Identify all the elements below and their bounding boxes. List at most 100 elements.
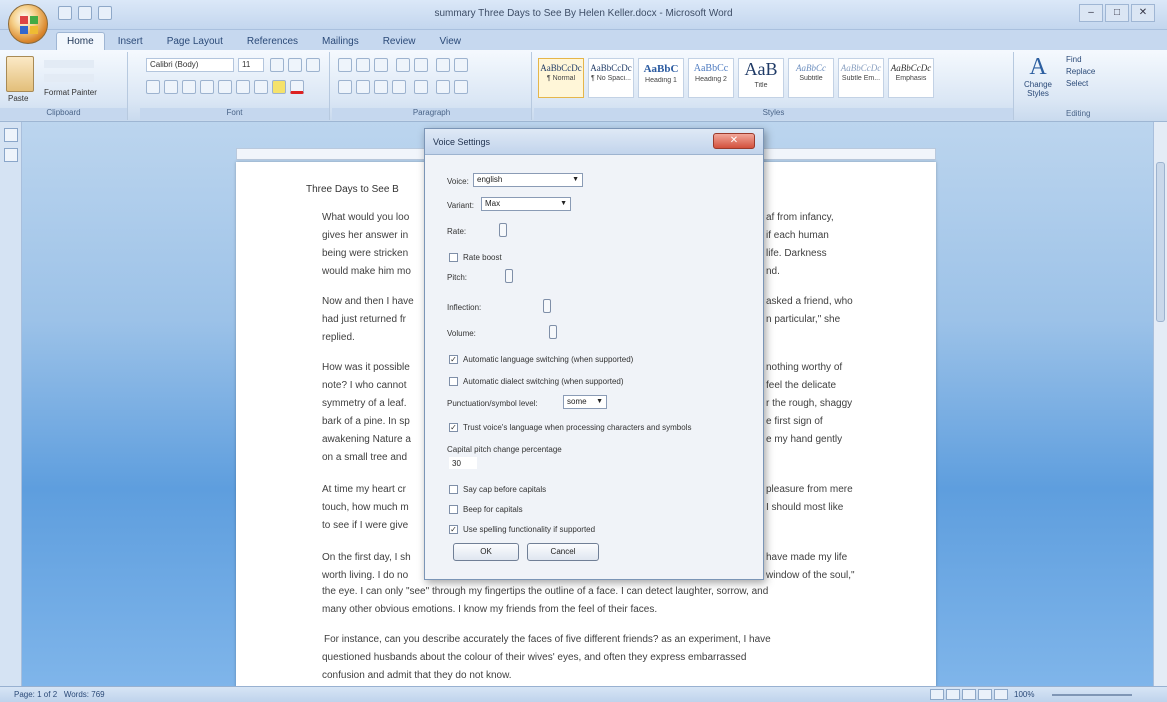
- subscript-icon[interactable]: [218, 80, 232, 94]
- web-layout-view-icon[interactable]: [962, 689, 976, 700]
- document-line-left: bark of a pine. In sp: [322, 416, 410, 427]
- chevron-down-icon: ▼: [572, 176, 579, 183]
- increase-indent-icon[interactable]: [414, 58, 428, 72]
- underline-icon[interactable]: [182, 80, 196, 94]
- page-count[interactable]: Page: 1 of 2 Words: 769: [14, 690, 105, 699]
- dialog-titlebar[interactable]: Voice Settings ✕: [425, 129, 763, 155]
- copy-button[interactable]: [44, 74, 94, 82]
- tab-references[interactable]: References: [236, 32, 309, 50]
- line-spacing-icon[interactable]: [414, 80, 428, 94]
- bold-icon[interactable]: [146, 80, 160, 94]
- ok-button[interactable]: OK: [453, 543, 519, 561]
- replace-button[interactable]: Replace: [1066, 66, 1126, 78]
- numbering-icon[interactable]: [356, 58, 370, 72]
- borders-icon[interactable]: [454, 80, 468, 94]
- document-line-left: Now and then I have: [322, 296, 414, 307]
- change-styles-button[interactable]: A Change Styles: [1020, 54, 1056, 102]
- bullets-icon[interactable]: [338, 58, 352, 72]
- tab-view[interactable]: View: [429, 32, 473, 50]
- beep-cap-checkbox[interactable]: [449, 505, 458, 514]
- paste-label[interactable]: Paste: [8, 94, 28, 103]
- tab-review[interactable]: Review: [372, 32, 427, 50]
- style-title[interactable]: AaB Title: [738, 58, 784, 98]
- zoom-slider[interactable]: [1052, 694, 1132, 696]
- style-no-spacing[interactable]: AaBbCcDc ¶ No Spaci...: [588, 58, 634, 98]
- document-line-left: awakening Nature a: [322, 434, 411, 445]
- pitch-slider[interactable]: [505, 269, 513, 283]
- voice-select[interactable]: english ▼: [473, 173, 583, 187]
- italic-icon[interactable]: [164, 80, 178, 94]
- document-line-right: nothing worthy of: [766, 362, 843, 373]
- rate-slider[interactable]: [499, 223, 507, 237]
- print-layout-view-icon[interactable]: [930, 689, 944, 700]
- tab-insert[interactable]: Insert: [107, 32, 154, 50]
- office-button[interactable]: [8, 4, 48, 44]
- style-heading-1[interactable]: AaBbC Heading 1: [638, 58, 684, 98]
- capital-pitch-input[interactable]: [449, 457, 477, 469]
- status-bar: Page: 1 of 2 Words: 769 100%: [0, 686, 1167, 702]
- full-screen-view-icon[interactable]: [946, 689, 960, 700]
- scrollbar-thumb[interactable]: [1156, 162, 1165, 322]
- vertical-scrollbar[interactable]: [1153, 122, 1167, 686]
- align-left-icon[interactable]: [338, 80, 352, 94]
- shading-icon[interactable]: [436, 80, 450, 94]
- chevron-down-icon: ▼: [596, 398, 603, 405]
- shrink-font-icon[interactable]: [288, 58, 302, 72]
- strikethrough-icon[interactable]: [200, 80, 214, 94]
- document-line-right: feel the delicate: [766, 380, 837, 391]
- cut-button[interactable]: [44, 60, 94, 68]
- tab-page-layout[interactable]: Page Layout: [156, 32, 234, 50]
- dialog-close-button[interactable]: ✕: [713, 133, 755, 149]
- draft-view-icon[interactable]: [994, 689, 1008, 700]
- style-subtitle[interactable]: AaBbCc Subtitle: [788, 58, 834, 98]
- tab-home[interactable]: Home: [56, 32, 105, 50]
- variant-select[interactable]: Max ▼: [481, 197, 571, 211]
- spelling-checkbox[interactable]: ✓: [449, 525, 458, 534]
- find-button[interactable]: Find: [1066, 54, 1126, 66]
- style-normal[interactable]: AaBbCcDc ¶ Normal: [538, 58, 584, 98]
- auto-language-checkbox[interactable]: ✓: [449, 355, 458, 364]
- multilevel-list-icon[interactable]: [374, 58, 388, 72]
- tab-selector-icon[interactable]: [4, 148, 18, 162]
- show-formatting-icon[interactable]: [454, 58, 468, 72]
- font-name-select[interactable]: Calibri (Body): [146, 58, 234, 72]
- inflection-slider[interactable]: [543, 299, 551, 313]
- word-count[interactable]: Words: 769: [64, 690, 105, 699]
- auto-dialect-checkbox[interactable]: [449, 377, 458, 386]
- font-color-icon[interactable]: [290, 80, 304, 94]
- grow-font-icon[interactable]: [270, 58, 284, 72]
- format-painter-button[interactable]: Format Painter: [44, 88, 97, 97]
- clear-format-icon[interactable]: [306, 58, 320, 72]
- paste-icon[interactable]: [6, 56, 34, 92]
- align-center-icon[interactable]: [356, 80, 370, 94]
- change-case-icon[interactable]: [254, 80, 268, 94]
- superscript-icon[interactable]: [236, 80, 250, 94]
- auto-language-label: Automatic language switching (when suppo…: [463, 355, 634, 364]
- highlight-icon[interactable]: [272, 80, 286, 94]
- minimize-button[interactable]: –: [1079, 4, 1103, 22]
- trust-voice-checkbox[interactable]: ✓: [449, 423, 458, 432]
- select-button[interactable]: Select: [1066, 78, 1126, 90]
- punctuation-select[interactable]: some ▼: [563, 395, 607, 409]
- outline-view-icon[interactable]: [978, 689, 992, 700]
- document-line-left: on a small tree and: [322, 452, 408, 463]
- rate-boost-checkbox[interactable]: [449, 253, 458, 262]
- tab-mailings[interactable]: Mailings: [311, 32, 370, 50]
- style-emphasis[interactable]: AaBbCcDc Emphasis: [888, 58, 934, 98]
- style-subtle-emphasis[interactable]: AaBbCcDc Subtle Em...: [838, 58, 884, 98]
- volume-slider[interactable]: [549, 325, 557, 339]
- font-size-select[interactable]: 11: [238, 58, 264, 72]
- zoom-level[interactable]: 100%: [1014, 690, 1034, 699]
- say-cap-checkbox[interactable]: [449, 485, 458, 494]
- justify-icon[interactable]: [392, 80, 406, 94]
- chevron-down-icon: ▼: [560, 200, 567, 207]
- sort-icon[interactable]: [436, 58, 450, 72]
- align-right-icon[interactable]: [374, 80, 388, 94]
- ruler-toggle-icon[interactable]: [4, 128, 18, 142]
- maximize-button[interactable]: □: [1105, 4, 1129, 22]
- cancel-button[interactable]: Cancel: [527, 543, 599, 561]
- style-heading-2[interactable]: AaBbCc Heading 2: [688, 58, 734, 98]
- close-button[interactable]: ✕: [1131, 4, 1155, 22]
- editing-group-label: Editing: [1066, 109, 1091, 118]
- decrease-indent-icon[interactable]: [396, 58, 410, 72]
